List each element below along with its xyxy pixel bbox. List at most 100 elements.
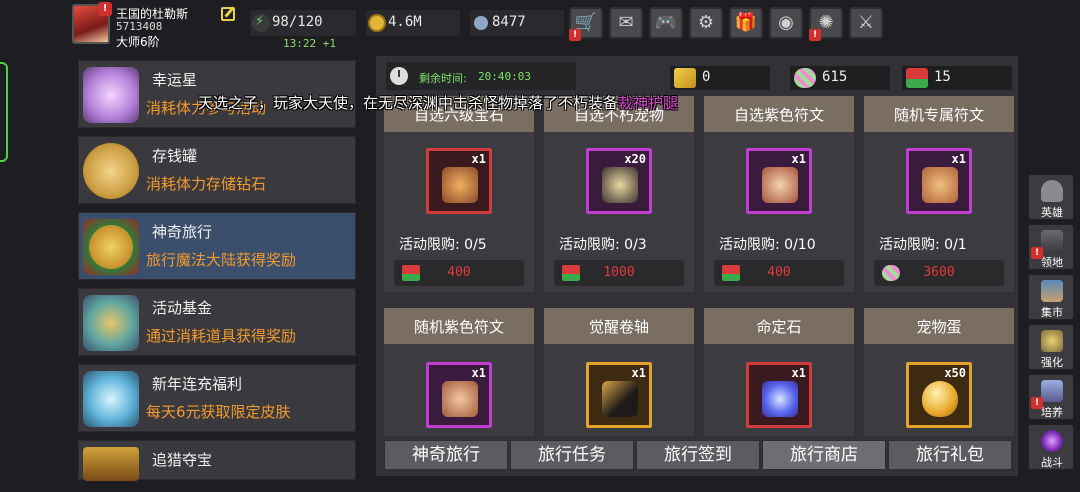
ticket-value: 0 xyxy=(702,69,711,85)
left-edge-handle[interactable] xyxy=(0,62,8,162)
announcement-highlight: 裁神护腿 xyxy=(618,94,679,112)
battle-button[interactable]: ⚔ xyxy=(849,7,883,39)
rune-chest-icon xyxy=(762,167,798,203)
menu-item-title: 神奇旅行 xyxy=(152,223,213,241)
tab-travel-checkin[interactable]: 旅行签到 xyxy=(636,440,760,470)
menu-item-piggy-bank[interactable]: 存钱罐 消耗体力存储钻石 xyxy=(78,136,356,204)
castle-icon xyxy=(1041,230,1063,252)
pet-egg-icon xyxy=(922,381,958,417)
menu-item-title: 幸运星 xyxy=(152,71,198,89)
shop-card-random-purple-rune[interactable]: 随机紫色符文 x1 xyxy=(384,308,534,436)
item-qty: x1 xyxy=(631,366,646,380)
price-button[interactable]: 400 xyxy=(394,260,524,286)
price-button[interactable]: 3600 xyxy=(874,260,1004,286)
shop-card-purple-rune[interactable]: 自选紫色符文 x1 活动限购: 0/10 400 xyxy=(704,96,854,292)
tab-travel-gift[interactable]: 旅行礼包 xyxy=(888,440,1012,470)
item-slot[interactable]: x50 xyxy=(906,362,972,428)
item-slot[interactable]: x20 xyxy=(586,148,652,214)
menu-item-desc: 通过消耗道具获得奖励 xyxy=(146,327,297,345)
gem-counter[interactable]: 8477 xyxy=(470,10,564,36)
trophy-icon xyxy=(1041,380,1063,402)
shop-card-gem[interactable]: 自选六级宝石 x1 活动限购: 0/5 400 xyxy=(384,96,534,292)
fireworks-button[interactable]: ✺! xyxy=(809,7,843,41)
menu-item-title: 存钱罐 xyxy=(152,147,198,165)
travel-shop-panel: 剩余时间: 20:40:03 0 615 15 自选六级宝石 x1 活动限购: … xyxy=(376,56,1018,476)
shop-card-exclusive-rune[interactable]: 随机专属符文 x1 活动限购: 0/1 3600 xyxy=(864,96,1014,292)
lucky-star-icon xyxy=(83,67,139,123)
shop-card-pet[interactable]: 自选不朽宠物 x20 活动限购: 0/3 1000 xyxy=(544,96,694,292)
fireworks-alert-badge: ! xyxy=(809,29,821,41)
side-nav-heroes[interactable]: 英雄 xyxy=(1028,174,1074,220)
side-nav-train[interactable]: ! 培养 xyxy=(1028,374,1074,420)
portal-icon xyxy=(1041,430,1063,452)
side-nav-territory[interactable]: ! 领地 xyxy=(1028,224,1074,270)
announcement-banner: 天选之子，玩家大天使，在无尽深渊中击杀怪物掉落了不朽装备裁神护腿 xyxy=(198,92,678,113)
price-button[interactable]: 1000 xyxy=(554,260,684,286)
color-wheel-button[interactable]: ◉ xyxy=(769,7,803,39)
gamepad-button[interactable]: 🎮 xyxy=(649,7,683,39)
card-title: 自选紫色符文 xyxy=(704,96,854,132)
shop-cart-button[interactable]: 🛒! xyxy=(569,7,603,41)
menu-item-new-year-recharge[interactable]: 新年连充福利 每天6元获取限定皮肤 xyxy=(78,364,356,432)
purchase-limit: 活动限购: 0/10 xyxy=(719,237,816,253)
shop-card-pet-egg[interactable]: 宠物蛋 x50 xyxy=(864,308,1014,436)
price-value: 1000 xyxy=(603,265,635,280)
item-slot[interactable]: x1 xyxy=(426,148,492,214)
side-nav-market[interactable]: 集市 xyxy=(1028,274,1074,320)
gem-box-icon xyxy=(442,167,478,203)
item-slot[interactable]: x1 xyxy=(746,362,812,428)
shop-card-destiny-stone[interactable]: 命定石 x1 xyxy=(704,308,854,436)
clock-icon xyxy=(390,67,408,85)
settings-button[interactable]: ⚙ xyxy=(689,7,723,39)
player-rank: 大师6阶 xyxy=(116,35,160,49)
gem-value: 8477 xyxy=(492,14,526,30)
item-slot[interactable]: x1 xyxy=(586,362,652,428)
gift-button[interactable]: 🎁 xyxy=(729,7,763,39)
tab-travel-shop[interactable]: 旅行商店 xyxy=(762,440,886,470)
menu-item-event-fund[interactable]: 活动基金 通过消耗道具获得奖励 xyxy=(78,288,356,356)
item-qty: x1 xyxy=(951,152,966,166)
tab-magic-travel[interactable]: 神奇旅行 xyxy=(384,440,508,470)
menu-item-title: 追猎夺宝 xyxy=(152,451,213,469)
menu-item-title: 新年连充福利 xyxy=(152,375,243,393)
side-nav-battle[interactable]: 战斗 xyxy=(1028,424,1074,470)
card-title: 随机紫色符文 xyxy=(384,308,534,344)
sock-counter: 15 xyxy=(902,66,1012,90)
item-qty: x20 xyxy=(624,152,646,166)
side-nav-label: 战斗 xyxy=(1041,456,1063,469)
shop-tabs: 神奇旅行 旅行任务 旅行签到 旅行商店 旅行礼包 xyxy=(384,440,1012,470)
coin-counter[interactable]: 4.6M xyxy=(366,10,460,36)
item-slot[interactable]: x1 xyxy=(746,148,812,214)
energy-counter[interactable]: 98/120 xyxy=(250,10,356,36)
mail-button[interactable]: ✉ xyxy=(609,7,643,39)
ticket-counter: 0 xyxy=(670,66,770,90)
side-nav-label: 培养 xyxy=(1041,406,1063,419)
color-wheel-icon: ◉ xyxy=(778,12,794,33)
mail-icon: ✉ xyxy=(618,12,634,33)
avatar-alert-badge: ! xyxy=(98,2,112,16)
menu-item-treasure-hunt[interactable]: 追猎夺宝 xyxy=(78,440,356,481)
shop-card-awaken-scroll[interactable]: 觉醒卷轴 x1 xyxy=(544,308,694,436)
edit-icon[interactable] xyxy=(221,7,235,21)
item-qty: x1 xyxy=(471,366,486,380)
item-qty: x1 xyxy=(471,152,486,166)
cart-alert-badge: ! xyxy=(569,29,581,41)
menu-item-desc: 消耗体力存储钻石 xyxy=(146,175,267,193)
side-nav-label: 强化 xyxy=(1041,356,1063,369)
energy-icon xyxy=(252,14,270,32)
side-nav-enhance[interactable]: 强化 xyxy=(1028,324,1074,370)
card-title: 随机专属符文 xyxy=(864,96,1014,132)
card-title: 命定石 xyxy=(704,308,854,344)
tab-travel-tasks[interactable]: 旅行任务 xyxy=(510,440,634,470)
gamepad-icon: 🎮 xyxy=(654,12,678,33)
side-nav-label: 领地 xyxy=(1041,256,1063,269)
menu-item-desc: 旅行魔法大陆获得奖励 xyxy=(146,251,297,269)
price-button[interactable]: 400 xyxy=(714,260,844,286)
item-slot[interactable]: x1 xyxy=(906,148,972,214)
gear-icon: ⚙ xyxy=(697,12,715,33)
coin-icon xyxy=(368,14,386,32)
menu-item-magic-travel[interactable]: 神奇旅行 旅行魔法大陆获得奖励 xyxy=(78,212,356,280)
player-id: 5713408 xyxy=(116,20,163,33)
item-slot[interactable]: x1 xyxy=(426,362,492,428)
sock-value: 15 xyxy=(934,69,951,85)
